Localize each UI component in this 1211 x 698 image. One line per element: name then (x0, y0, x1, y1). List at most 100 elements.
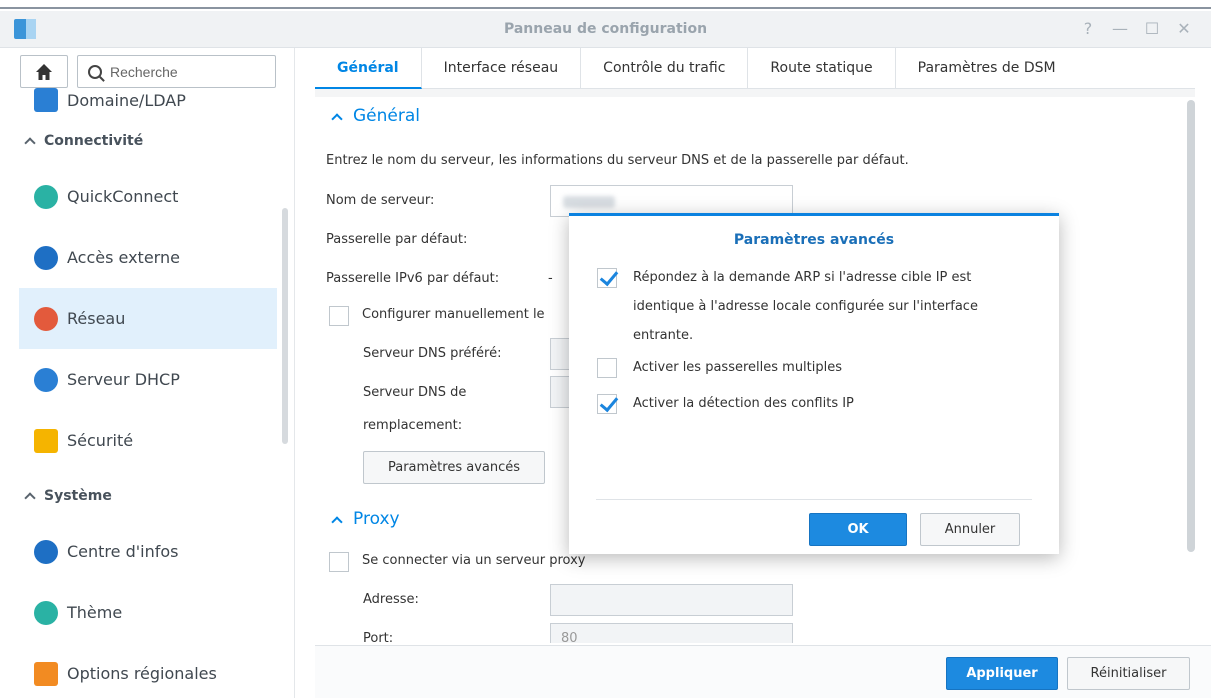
preferred-dns-label: Serveur DNS préféré: (363, 346, 502, 361)
sidebar-item[interactable]: Domaine/LDAP (19, 84, 277, 116)
conflict-option-text: Activer la détection des conflits IP (633, 396, 854, 411)
sidebar-item-label: Thème (67, 603, 123, 622)
sidebar-item[interactable]: Centre d'infos (19, 521, 277, 582)
sidebar-section-header[interactable]: Système (19, 471, 277, 521)
chevron-up-icon (24, 492, 36, 504)
dialog-cancel-button[interactable]: Annuler (920, 513, 1020, 546)
window-controls: ? — ☐ ✕ (1079, 17, 1193, 41)
home-icon (36, 63, 52, 80)
default-gateway-label: Passerelle par défaut: (326, 232, 468, 247)
sidebar-item-label: Centre d'infos (67, 542, 179, 561)
multigateway-checkbox[interactable] (597, 358, 617, 378)
proxy-address-label: Adresse: (363, 592, 419, 607)
sidebar-section-label: Connectivité (44, 133, 144, 149)
arp-line-2: identique à l'adresse locale configurée … (633, 299, 978, 314)
general-description: Entrez le nom du serveur, les informatio… (326, 153, 909, 168)
palette-icon (34, 600, 58, 625)
ipv6-gateway-label: Passerelle IPv6 par défaut: (326, 271, 500, 286)
dhcp-icon (34, 367, 58, 392)
shield-icon (34, 428, 58, 453)
sidebar-item-label: Sécurité (67, 431, 134, 450)
control-panel-icon (14, 19, 36, 39)
alt-dns-label-2: remplacement: (363, 418, 463, 433)
server-name-label: Nom de serveur: (326, 193, 435, 208)
chevron-up-icon (331, 112, 343, 125)
tab-traffic-control[interactable]: Contrôle du trafic (581, 48, 749, 89)
sidebar-item[interactable]: Sécurité (19, 410, 277, 471)
sidebar-item[interactable]: Serveur DHCP (19, 349, 277, 410)
manual-dns-checkbox[interactable] (329, 306, 349, 326)
tab-dsm-settings[interactable]: Paramètres de DSM (896, 48, 1078, 89)
sidebar-item[interactable]: Options régionales (19, 643, 277, 698)
arp-option-text: Répondez à la demande ARP si l'adresse c… (633, 263, 978, 350)
sidebar-item-label: QuickConnect (67, 187, 179, 206)
tab-network-interface[interactable]: Interface réseau (422, 48, 582, 89)
sidebar-section-label: Système (44, 488, 112, 504)
arp-line-1: Répondez à la demande ARP si l'adresse c… (633, 270, 972, 285)
dialog-option-multigateway: Activer les passerelles multiples (597, 357, 842, 382)
manual-dns-label: Configurer manuellement le (362, 307, 545, 322)
advanced-settings-dialog: Paramètres avancés Répondez à la demande… (569, 213, 1059, 554)
dialog-title: Paramètres avancés (733, 232, 895, 248)
close-icon[interactable]: ✕ (1175, 17, 1193, 41)
minimize-icon[interactable]: — (1111, 17, 1129, 41)
apply-button[interactable]: Appliquer (946, 657, 1058, 690)
sidebar-item-label: Serveur DHCP (67, 370, 180, 389)
sidebar-section-header[interactable]: Connectivité (19, 116, 277, 166)
footer-bar: Appliquer Réinitialiser (315, 645, 1211, 698)
quickconnect-icon (34, 184, 58, 209)
sidebar-item-label: Réseau (67, 309, 126, 328)
search-icon (88, 64, 102, 79)
sidebar: Domaine/LDAP Connectivité QuickConnect Accè… (0, 48, 295, 698)
proxy-port-label: Port: (363, 631, 394, 643)
sidebar-item[interactable]: Accès externe (19, 227, 277, 288)
sidebar-item[interactable]: QuickConnect (19, 166, 277, 227)
chevron-up-icon (331, 515, 343, 528)
domain-icon (34, 88, 58, 112)
sidebar-item-label: Options régionales (67, 664, 217, 683)
search-input[interactable] (110, 63, 270, 80)
sidebar-item[interactable]: Réseau (19, 288, 277, 349)
chevron-up-icon (24, 137, 36, 149)
dialog-ok-button[interactable]: OK (809, 513, 907, 546)
maximize-icon[interactable]: ☐ (1143, 17, 1161, 41)
regional-icon (34, 661, 58, 686)
sidebar-item-label: Domaine/LDAP (67, 90, 186, 110)
arp-line-3: entrante. (633, 328, 694, 343)
dialog-divider (596, 499, 1032, 500)
top-strip (0, 0, 1211, 9)
proxy-port-field[interactable]: 80 (550, 623, 793, 643)
arp-checkbox[interactable] (597, 268, 617, 288)
advanced-settings-button[interactable]: Paramètres avancés (363, 451, 545, 484)
proxy-checkbox[interactable] (329, 552, 349, 572)
reset-button[interactable]: Réinitialiser (1067, 657, 1190, 690)
proxy-section-header[interactable]: Proxy (329, 509, 400, 529)
conflict-checkbox[interactable] (597, 394, 617, 414)
sidebar-scrollbar[interactable] (282, 208, 288, 444)
tab-general[interactable]: Général (315, 48, 422, 89)
house-icon (34, 306, 58, 331)
info-icon (34, 539, 58, 564)
ipv6-gateway-value: - (548, 271, 553, 286)
main-scrollbar[interactable] (1187, 100, 1195, 552)
server-name-value-blurred (563, 196, 615, 208)
proxy-heading: Proxy (353, 509, 400, 529)
general-heading: Général (353, 106, 420, 126)
sidebar-item[interactable]: Thème (19, 582, 277, 643)
proxy-connect-label: Se connecter via un serveur proxy (362, 553, 586, 568)
tab-bar: Général Interface réseau Contrôle du tra… (315, 48, 1195, 89)
tab-separator (315, 89, 1195, 97)
proxy-port-value: 80 (561, 631, 578, 643)
sidebar-item-label: Accès externe (67, 248, 180, 267)
tab-static-route[interactable]: Route statique (748, 48, 896, 89)
help-icon[interactable]: ? (1079, 17, 1097, 41)
dialog-option-arp: Répondez à la demande ARP si l'adresse c… (597, 267, 978, 350)
proxy-address-field[interactable] (550, 584, 793, 616)
dialog-option-conflict: Activer la détection des conflits IP (597, 393, 854, 418)
title-bar: Panneau de configuration ? — ☐ ✕ (0, 11, 1211, 48)
sidebar-nav: Domaine/LDAP Connectivité QuickConnect Accè… (19, 88, 277, 698)
general-section-header[interactable]: Général (329, 106, 420, 126)
alt-dns-label-1: Serveur DNS de (363, 385, 467, 400)
globe-icon (34, 245, 58, 270)
window-title: Panneau de configuration (503, 21, 708, 37)
